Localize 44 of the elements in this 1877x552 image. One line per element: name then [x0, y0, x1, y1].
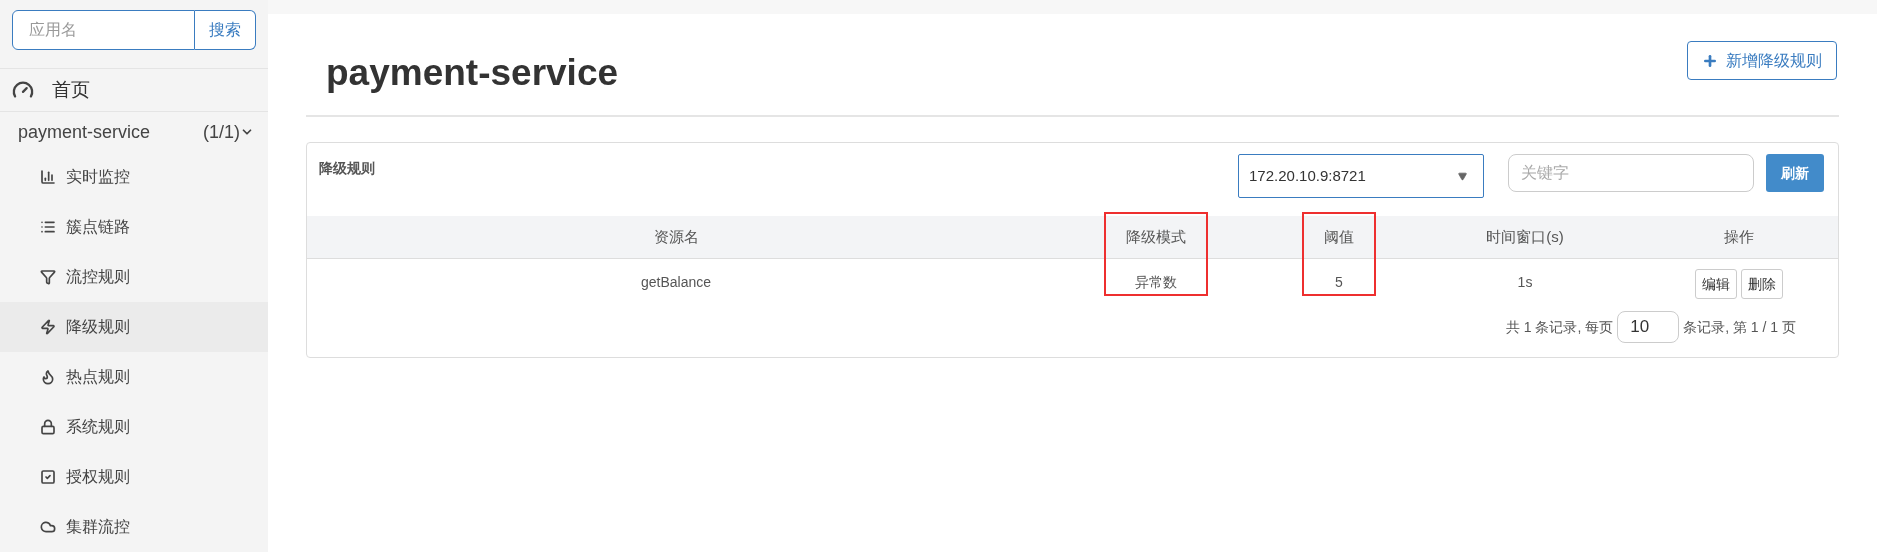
instance-count: (1/1): [203, 120, 240, 144]
table-cell-text: 1s: [1517, 272, 1533, 292]
lightning-icon: [40, 319, 56, 335]
table-cell-text: getBalance: [640, 272, 712, 292]
nav-item[interactable]: 系统规则: [0, 402, 268, 452]
nav-item[interactable]: 首页: [0, 68, 268, 113]
refresh-button[interactable]: 刷新: [1766, 154, 1824, 192]
nav-item[interactable]: 授权规则: [0, 452, 268, 502]
page-size-field[interactable]: 10: [1617, 311, 1680, 343]
lock-icon: [40, 419, 56, 435]
add-rule-button[interactable]: 新增降级规则: [1687, 41, 1837, 80]
nav-item[interactable]: 簇点链路: [0, 202, 268, 252]
checkbox-icon: [40, 469, 56, 485]
list-icon: [40, 219, 56, 235]
action-button[interactable]: 编辑: [1694, 269, 1737, 299]
column-header: 资源名: [653, 227, 699, 245]
flame-icon: [40, 369, 56, 385]
dropdown-icon: [1458, 171, 1467, 181]
column-header: 时间窗口(s): [1486, 227, 1564, 245]
cloud-icon: [40, 519, 56, 535]
action-button[interactable]: 删除: [1740, 269, 1783, 299]
app-item[interactable]: payment-service (1/1): [0, 112, 268, 152]
machine-select[interactable]: 172.20.10.9:8721: [1238, 154, 1484, 198]
nav-item[interactable]: 集群流控: [0, 502, 268, 552]
page-title: payment-service: [325, 50, 619, 95]
column-header: 操作: [1723, 227, 1754, 245]
nav-item[interactable]: 流控规则: [0, 252, 268, 302]
keyword-field[interactable]: 关键字: [1508, 154, 1754, 192]
search-field[interactable]: 应用名: [12, 10, 195, 50]
panel-title: 降级规则: [319, 159, 375, 178]
filter-icon: [40, 269, 56, 285]
search-button[interactable]: 搜索: [195, 10, 256, 50]
app-name: payment-service: [18, 120, 152, 144]
column-header: 阈值: [1324, 227, 1354, 245]
table-cell-text: 5: [1335, 272, 1343, 292]
nav-item[interactable]: 降级规则: [0, 302, 268, 352]
nav-item[interactable]: 热点规则: [0, 352, 268, 402]
nav-item[interactable]: 实时监控: [0, 152, 268, 202]
pagination-text: 共 1 条记录, 每页: [1505, 317, 1614, 337]
pagination-text: 条记录, 第 1 / 1 页: [1683, 317, 1796, 337]
plus-icon: [1702, 52, 1718, 69]
column-header: 降级模式: [1126, 227, 1186, 245]
table-cell-text: 异常数: [1135, 272, 1177, 292]
bar-chart-icon: [40, 169, 56, 185]
